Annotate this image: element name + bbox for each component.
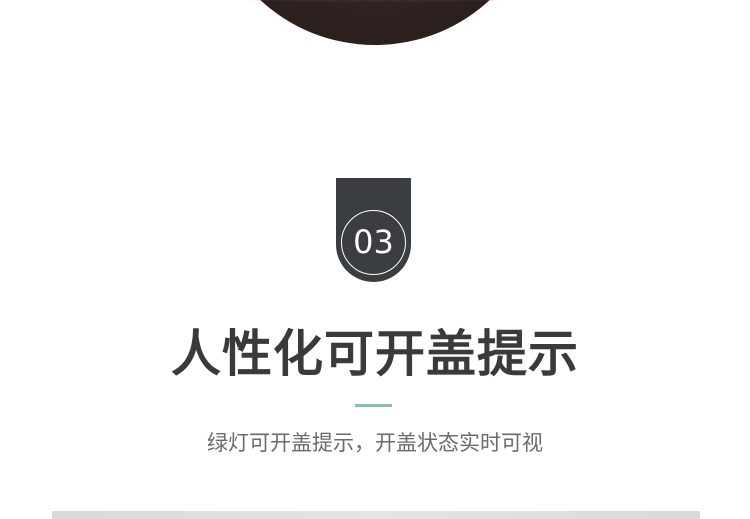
accent-divider bbox=[355, 404, 392, 407]
section-number: 03 bbox=[353, 223, 394, 261]
next-section-image-edge bbox=[52, 511, 700, 519]
feature-description: 绿灯可开盖提示，开盖状态实时可视 bbox=[207, 431, 543, 455]
section-number-badge: 03 bbox=[336, 178, 411, 282]
product-image-pot-bottom bbox=[210, 0, 540, 45]
feature-title: 人性化可开盖提示 bbox=[171, 325, 579, 383]
